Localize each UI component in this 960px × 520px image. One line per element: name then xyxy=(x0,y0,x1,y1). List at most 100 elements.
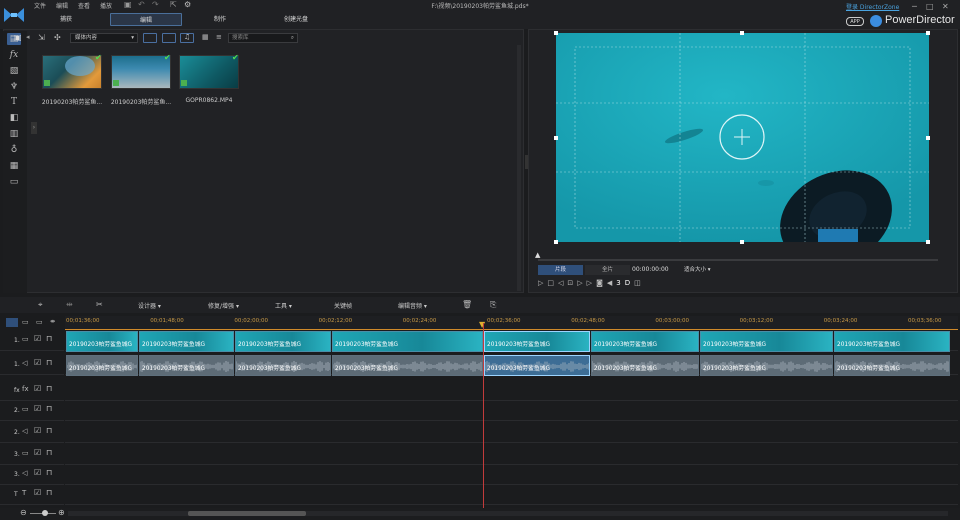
grid-view-icon[interactable]: ▦ xyxy=(202,33,209,41)
track-row[interactable] xyxy=(65,400,958,421)
play-icon[interactable]: ▷ xyxy=(538,279,547,287)
directorzone-link[interactable]: 登录 DirectorZone xyxy=(846,2,899,11)
video-clip[interactable]: 20190203帕劳鲨鱼城G xyxy=(591,331,699,352)
track-enable-checkbox[interactable]: ☑ xyxy=(34,468,41,477)
track-enable-checkbox[interactable]: ☑ xyxy=(34,426,41,435)
track-enable-checkbox[interactable]: ☑ xyxy=(34,448,41,457)
redo-icon[interactable]: ↷ xyxy=(152,0,159,9)
tab-capture[interactable]: 捕获 xyxy=(30,13,102,26)
track-enable-checkbox[interactable]: ☑ xyxy=(34,358,41,367)
collapse-arrow-icon[interactable]: ◂ xyxy=(26,33,30,41)
chapter-room-icon[interactable]: ▦ xyxy=(7,160,21,172)
media-library-icon[interactable]: ▣ xyxy=(14,33,22,42)
track-row[interactable] xyxy=(65,484,958,505)
snap-icon[interactable]: ⌖ xyxy=(38,300,43,310)
audio-clip[interactable]: 20190203帕劳鲨鱼城G xyxy=(235,355,331,376)
track-enable-checkbox[interactable]: ☑ xyxy=(34,384,41,393)
track-header[interactable]: 3. ▭ ☑ ⊓ xyxy=(0,444,64,465)
track-header[interactable]: 1. ◁ ☑ ⊓ xyxy=(0,354,64,375)
track-header[interactable]: fx fx ☑ ⊓ xyxy=(0,380,64,401)
track-lock-icon[interactable]: ⊓ xyxy=(46,358,52,367)
undock-icon[interactable]: ◫ xyxy=(634,279,645,287)
expand-panel-icon[interactable]: › xyxy=(31,122,37,134)
library-search-input[interactable]: 搜索库 ⌕ xyxy=(228,33,298,43)
track-lock-icon[interactable]: ⊓ xyxy=(46,448,52,457)
zoom-out-icon[interactable]: ⊖ xyxy=(20,508,27,517)
tools-dropdown[interactable]: 工具 ▾ xyxy=(275,301,292,310)
zoom-fit-dropdown[interactable]: 适合大小 ▾ xyxy=(684,265,722,275)
video-clip[interactable]: 20190203帕劳鲨鱼城G xyxy=(484,331,590,352)
video-clip[interactable]: 20190203帕劳鲨鱼城G xyxy=(235,331,331,352)
settings-gear-icon[interactable]: ⚙ xyxy=(184,0,191,9)
zoom-slider-thumb[interactable] xyxy=(42,510,48,516)
resize-handle[interactable] xyxy=(554,136,558,140)
track-header[interactable]: 1. ▭ ☑ ⊓ xyxy=(0,330,64,351)
movie-mode-button[interactable]: 全片 xyxy=(585,265,630,275)
track-enable-checkbox[interactable]: ☑ xyxy=(34,404,41,413)
video-clip[interactable]: 20190203帕劳鲨鱼城G xyxy=(139,331,234,352)
scissors-icon[interactable]: ✂ xyxy=(96,300,103,309)
next-frame-icon[interactable]: ▷ xyxy=(577,279,586,287)
resize-handle[interactable] xyxy=(554,31,558,35)
camera-icon[interactable]: ◙ xyxy=(596,279,607,287)
track-lock-icon[interactable]: ⊓ xyxy=(46,384,52,393)
video-preview-screen[interactable] xyxy=(556,33,929,242)
minimize-icon[interactable]: ─ xyxy=(912,2,917,11)
attach-icon[interactable]: ⎘ xyxy=(490,300,496,310)
menu-view[interactable]: 查看 xyxy=(78,1,90,10)
keyframe-button[interactable]: 关键帧 xyxy=(334,301,352,310)
audio-clip[interactable]: 20190203帕劳鲨鱼城G xyxy=(591,355,699,376)
media-thumbnail[interactable] xyxy=(42,55,102,89)
track-lock-icon[interactable]: ⊓ xyxy=(46,426,52,435)
split-icon[interactable]: ⇹ xyxy=(66,300,73,309)
designer-dropdown[interactable]: 设计器 ▾ xyxy=(138,301,161,310)
track-enable-checkbox[interactable]: ☑ xyxy=(34,334,41,343)
tab-produce[interactable]: 制作 xyxy=(184,13,256,26)
fix-enhance-dropdown[interactable]: 修复/增强 ▾ xyxy=(208,301,239,310)
track-header[interactable]: T T ☑ ⊓ xyxy=(0,484,64,505)
fast-forward-icon[interactable]: ▷ xyxy=(587,279,596,287)
audio-clip[interactable]: 20190203帕劳鲨鱼城G xyxy=(332,355,483,376)
video-clip[interactable]: 20190203帕劳鲨鱼城G xyxy=(700,331,833,352)
subtitle-room-icon[interactable]: ▭ xyxy=(7,176,21,188)
import-media-icon[interactable]: ⇲ xyxy=(38,33,45,42)
audio-clip[interactable]: 20190203帕劳鲨鱼城G xyxy=(700,355,833,376)
fx-room-icon[interactable]: fx xyxy=(7,49,21,61)
3d-icon[interactable]: 3D xyxy=(616,279,634,287)
track-lock-icon[interactable]: ⊓ xyxy=(46,468,52,477)
tab-create-disc[interactable]: 创建光盘 xyxy=(260,13,332,26)
fit-timeline-icon[interactable]: ⇼ xyxy=(50,318,55,325)
close-icon[interactable]: ✕ xyxy=(942,2,949,11)
resize-handle[interactable] xyxy=(926,136,930,140)
track-manager-icon[interactable]: ▭ xyxy=(36,318,43,326)
menu-play[interactable]: 播放 xyxy=(100,1,112,10)
track-header[interactable]: 2. ▭ ☑ ⊓ xyxy=(0,400,64,421)
prev-frame-icon[interactable]: ◁ xyxy=(558,279,567,287)
resize-handle[interactable] xyxy=(926,31,930,35)
preview-seek-bar[interactable] xyxy=(538,259,938,261)
title-room-icon[interactable]: T xyxy=(7,96,21,108)
library-scrollbar[interactable] xyxy=(517,45,521,291)
volume-icon[interactable]: ◀ xyxy=(607,279,616,287)
zoom-in-icon[interactable]: ⊕ xyxy=(58,508,65,517)
media-thumbnail[interactable] xyxy=(111,55,171,89)
trash-icon[interactable]: 🗑 xyxy=(462,300,472,309)
clip-mode-button[interactable]: 片段 xyxy=(538,265,583,275)
edit-audio-dropdown[interactable]: 编辑音频 ▾ xyxy=(398,301,427,310)
track-row[interactable] xyxy=(65,464,958,485)
seek-thumb-icon[interactable]: ▲ xyxy=(535,251,540,259)
video-clip[interactable]: 20190203帕劳鲨鱼城G xyxy=(66,331,138,352)
track-lock-icon[interactable]: ⊓ xyxy=(46,488,52,497)
timeline-scrollbar-thumb[interactable] xyxy=(188,511,306,516)
tab-edit[interactable]: 编辑 xyxy=(110,13,182,26)
app-badge[interactable]: APP xyxy=(846,17,864,26)
filter-video-button[interactable] xyxy=(143,33,157,43)
plugins-icon[interactable]: ✣ xyxy=(54,33,61,42)
export-icon[interactable]: ⇱ xyxy=(170,0,177,9)
track-header[interactable]: 3. ◁ ☑ ⊓ xyxy=(0,464,64,485)
transition-room-icon[interactable]: ◧ xyxy=(7,112,21,124)
sort-icon[interactable]: ≡ xyxy=(216,33,222,41)
menu-edit[interactable]: 编辑 xyxy=(56,1,68,10)
particle-room-icon[interactable]: ♆ xyxy=(7,81,21,93)
voiceover-mic-icon[interactable]: ♁ xyxy=(7,144,21,156)
